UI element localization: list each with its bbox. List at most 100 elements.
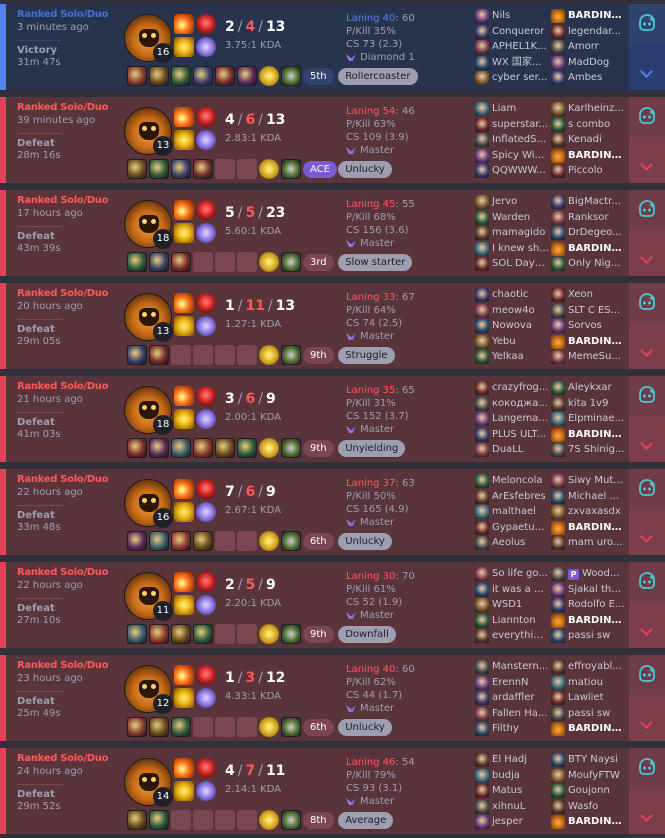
item-icon[interactable] (149, 624, 169, 644)
summoner-name[interactable]: Meloncola (492, 475, 543, 486)
participant-row[interactable]: meow4o (475, 303, 549, 319)
ai-analysis-button[interactable] (629, 283, 665, 323)
role-quest-item-icon[interactable] (281, 438, 301, 458)
summoner-name[interactable]: Ambes (568, 72, 602, 83)
role-quest-item-icon[interactable] (281, 624, 301, 644)
summoner-name[interactable]: malthael (492, 506, 536, 517)
summoner-name[interactable]: SOL Dayn... (492, 258, 549, 269)
role-quest-item-icon[interactable] (281, 345, 301, 365)
item-icon[interactable] (149, 438, 169, 458)
ward-trinket-icon[interactable] (259, 66, 279, 86)
participant-row[interactable]: El Hadj (475, 752, 549, 768)
role-quest-item-icon[interactable] (281, 159, 301, 179)
summoner-name[interactable]: Xeon (568, 289, 593, 300)
summoner-name[interactable]: it was a p... (492, 584, 549, 595)
participant-row[interactable]: budja (475, 768, 549, 784)
keystone-rune-icon[interactable] (196, 758, 216, 778)
flash-spell-icon[interactable] (174, 130, 194, 150)
participant-row[interactable]: Yelkaa (475, 349, 549, 365)
summoner-name[interactable]: Gypaetus... (492, 522, 549, 533)
summoner-name[interactable]: MemeSu... (568, 351, 621, 362)
summoner-name[interactable]: Liam (492, 103, 516, 114)
ai-analysis-button[interactable] (629, 376, 665, 416)
participant-row[interactable]: Only Nigh... (551, 256, 625, 272)
role-quest-item-icon[interactable] (281, 717, 301, 737)
item-icon[interactable] (193, 438, 213, 458)
summoner-name[interactable]: Aeolus (492, 537, 525, 548)
participant-row[interactable]: SLT C ES... (551, 303, 625, 319)
ward-trinket-icon[interactable] (259, 438, 279, 458)
participant-row[interactable]: passi sw (551, 628, 625, 644)
participant-row[interactable]: Ambes (551, 70, 625, 86)
summoner-name[interactable]: BARDINE... (568, 10, 625, 21)
summoner-name[interactable]: xihnuL (492, 801, 525, 812)
participant-row[interactable]: Liam (475, 101, 549, 117)
summoner-name[interactable]: Aleykxar (568, 382, 612, 393)
item-icon[interactable] (127, 624, 147, 644)
summoner-name[interactable]: InflatedS... (492, 134, 546, 145)
match-card[interactable]: Ranked Solo/Duo 22 hours ago Defeat 33m … (0, 469, 665, 555)
summoner-name[interactable]: Siwy Mut... (568, 475, 623, 486)
keystone-rune-icon[interactable] (196, 572, 216, 592)
item-icon[interactable] (127, 438, 147, 458)
participant-row[interactable]: legendar... (551, 24, 625, 40)
participant-row[interactable]: Filthy (475, 721, 549, 737)
champion-portrait-icon[interactable]: 14 (124, 758, 173, 807)
summoner-name[interactable]: DuaLL (492, 444, 523, 455)
secondary-rune-icon[interactable] (196, 223, 216, 243)
ward-trinket-icon[interactable] (259, 345, 279, 365)
participant-row[interactable]: ArEsfebres (475, 489, 549, 505)
summoner-name[interactable]: superstar... (492, 119, 548, 130)
match-card[interactable]: Ranked Solo/Duo 22 hours ago Defeat 27m … (0, 562, 665, 648)
match-card[interactable]: Ranked Solo/Duo 39 minutes ago Defeat 28… (0, 97, 665, 183)
ward-trinket-icon[interactable] (259, 624, 279, 644)
participant-row[interactable]: I knew sh... (475, 241, 549, 257)
keystone-rune-icon[interactable] (196, 665, 216, 685)
flash-spell-icon[interactable] (174, 37, 194, 57)
summoner-name[interactable]: kita 1v9 (568, 398, 608, 409)
participant-row[interactable]: ErennN (475, 675, 549, 691)
keystone-rune-icon[interactable] (196, 386, 216, 406)
match-card[interactable]: Ranked Solo/Duo 17 hours ago Defeat 43m … (0, 190, 665, 276)
summoner-name[interactable]: effroyabl... (568, 661, 622, 672)
summoner-name[interactable]: Yelkaa (492, 351, 524, 362)
item-icon[interactable] (171, 624, 191, 644)
expand-match-button[interactable] (629, 44, 665, 90)
participant-row[interactable]: crazyfrog... (475, 380, 549, 396)
participant-row[interactable]: chaotic (475, 287, 549, 303)
item-icon[interactable] (237, 66, 257, 86)
champion-portrait-icon[interactable]: 16 (124, 479, 173, 528)
participant-row[interactable]: BigMactr... (551, 194, 625, 210)
summoner-name[interactable]: mamagido (492, 227, 545, 238)
participant-row[interactable]: So life go... (475, 566, 549, 582)
participant-row[interactable]: WSD1 (475, 597, 549, 613)
participant-row[interactable]: SOL Dayn... (475, 256, 549, 272)
summoner-name[interactable]: Nowova (492, 320, 532, 331)
participant-row[interactable]: BARDINE... (551, 520, 625, 536)
summoner-name[interactable]: budja (492, 770, 520, 781)
summoner-name[interactable]: QQWWW... (492, 165, 546, 176)
participant-row[interactable]: Karlheinz... (551, 101, 625, 117)
item-icon[interactable] (127, 252, 147, 272)
item-icon[interactable] (171, 252, 191, 272)
item-icon[interactable] (149, 717, 169, 737)
participant-row[interactable]: BARDINE... (551, 8, 625, 24)
item-icon[interactable] (149, 252, 169, 272)
match-card[interactable]: Ranked Solo/Duo 20 hours ago Defeat 29m … (0, 283, 665, 369)
participant-row[interactable]: cyber ser... (475, 70, 549, 86)
summoner-name[interactable]: Warden (492, 212, 530, 223)
participant-row[interactable]: DuaLL (475, 442, 549, 458)
participant-row[interactable]: MoufyFTW (551, 768, 625, 784)
ai-analysis-button[interactable] (629, 4, 665, 44)
champion-portrait-icon[interactable]: 18 (124, 200, 173, 249)
summoner-name[interactable]: passi sw (568, 630, 610, 641)
participant-row[interactable]: Aeolus (475, 535, 549, 551)
summoner-name[interactable]: Piccolo (568, 165, 603, 176)
participant-row[interactable]: WX 国家... (475, 55, 549, 71)
summoner-name[interactable]: Elpminae... (568, 413, 624, 424)
summoner-name[interactable]: Amorr (568, 41, 599, 52)
summoner-name[interactable]: meow4o (492, 305, 535, 316)
item-icon[interactable] (193, 159, 213, 179)
flash-spell-icon[interactable] (174, 688, 194, 708)
summoner-name[interactable]: Jervo (492, 196, 517, 207)
